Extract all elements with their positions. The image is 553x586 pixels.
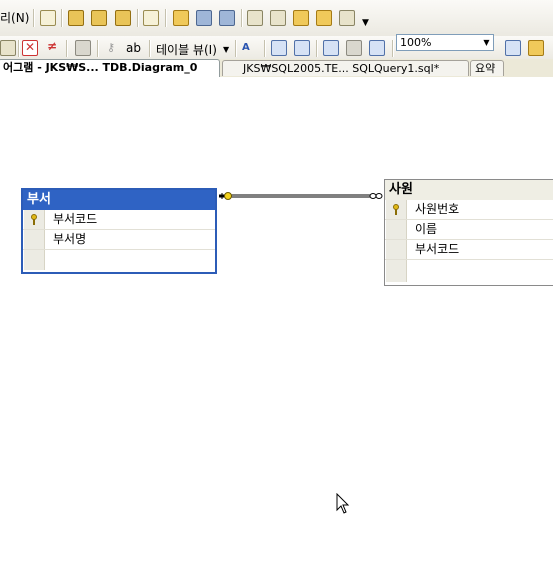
arrange-selection-icon[interactable]: [294, 40, 310, 56]
page-breaks-icon[interactable]: [323, 40, 339, 56]
table-title[interactable]: 사원: [385, 180, 553, 200]
toolbar-separator: [392, 40, 394, 57]
column-name: 사원번호: [415, 202, 460, 216]
row-selector[interactable]: [386, 260, 407, 282]
column-name: 부서코드: [53, 212, 98, 226]
primary-key-icon: [392, 204, 400, 215]
relationship-line[interactable]: [0, 77, 553, 586]
key-end-icon: [219, 192, 232, 200]
toolbar-separator: [235, 40, 237, 57]
mouse-pointer-icon: [336, 493, 350, 514]
zoom-select[interactable]: 100% ▼: [396, 34, 494, 51]
column-row-empty[interactable]: [385, 260, 553, 282]
toolbar-overflow-icon[interactable]: ▼: [362, 18, 369, 28]
standard-toolbar: 리(N) ▼: [0, 0, 553, 37]
set-primary-key-icon[interactable]: ⚷: [103, 40, 119, 56]
table-department[interactable]: 부서 부서코드 부서명: [21, 188, 217, 274]
column-row[interactable]: 부서코드: [23, 210, 215, 230]
xml-query-icon[interactable]: [115, 10, 131, 26]
dropdown-arrow-icon[interactable]: ▼: [223, 45, 229, 54]
generate-script-icon[interactable]: [75, 40, 91, 56]
toolbar-separator: [241, 9, 243, 27]
column-row[interactable]: 이름: [385, 220, 553, 240]
tab-summary[interactable]: 요약: [470, 60, 504, 76]
save-all-icon[interactable]: [219, 10, 235, 26]
column-row-empty[interactable]: [23, 250, 215, 270]
table-employee[interactable]: 사원 사원번호 이름 부서코드: [384, 179, 553, 286]
delete-table-icon[interactable]: ✕: [22, 40, 38, 56]
document-tabs: 어그램 - JKS₩S... TDB.Diagram_0 JKS₩SQL2005…: [0, 59, 553, 78]
new-file-icon[interactable]: [143, 10, 159, 26]
analysis-query-icon[interactable]: [91, 10, 107, 26]
save-icon[interactable]: [196, 10, 212, 26]
toolbar-separator: [149, 40, 151, 57]
object-explorer-icon[interactable]: [270, 10, 286, 26]
column-row[interactable]: 부서명: [23, 230, 215, 250]
tab-sql-query[interactable]: JKS₩SQL2005.TE... SQLQuery1.sql*: [222, 60, 469, 76]
column-row[interactable]: 사원번호: [385, 200, 553, 220]
solution-explorer-icon[interactable]: [316, 10, 332, 26]
open-folder-icon[interactable]: [173, 10, 189, 26]
infinity-end-icon: [369, 193, 383, 199]
recalculate-pages-icon[interactable]: [346, 40, 362, 56]
properties-icon[interactable]: [339, 10, 355, 26]
add-table-icon[interactable]: [0, 40, 16, 56]
row-selector[interactable]: [24, 230, 45, 249]
zoom-value: 100%: [400, 36, 432, 49]
column-name: 부서코드: [415, 242, 460, 256]
arrange-tables-icon[interactable]: [271, 40, 287, 56]
primary-key-icon: [30, 214, 38, 225]
toolbar-separator: [61, 9, 63, 27]
remove-from-diagram-icon[interactable]: ≠: [44, 40, 60, 56]
column-row[interactable]: 부서코드: [385, 240, 553, 260]
toolbar-separator: [264, 40, 266, 57]
zoom-to-fit-icon[interactable]: [505, 40, 521, 56]
new-text-annotation-icon[interactable]: [528, 40, 544, 56]
template-explorer-icon[interactable]: [293, 10, 309, 26]
table-title[interactable]: 부서: [23, 190, 215, 210]
relationship-labels-icon[interactable]: [369, 40, 385, 56]
row-selector[interactable]: [386, 220, 407, 239]
toolbar-separator: [33, 9, 35, 27]
menu-fragment[interactable]: 리(N): [0, 9, 29, 26]
toolbar-separator: [97, 40, 99, 57]
new-query-icon[interactable]: [40, 10, 56, 26]
toolbar-separator: [18, 40, 20, 57]
table-view-dropdown[interactable]: 테이블 뷰(I): [156, 41, 217, 58]
row-selector[interactable]: [386, 240, 407, 259]
row-selector[interactable]: [24, 210, 45, 229]
zoom-dropdown-arrow-icon[interactable]: ▼: [481, 36, 492, 49]
toolbar-separator: [66, 40, 68, 57]
database-engine-query-icon[interactable]: [68, 10, 84, 26]
toolbar-separator: [165, 9, 167, 27]
row-selector[interactable]: [24, 250, 45, 270]
column-name: 이름: [415, 222, 438, 236]
toolbar-separator: [316, 40, 318, 57]
tab-diagram[interactable]: 어그램 - JKS₩S... TDB.Diagram_0: [0, 59, 220, 77]
ab-button[interactable]: ab: [126, 41, 141, 55]
toolbar-separator: [137, 9, 139, 27]
column-name: 부서명: [53, 232, 87, 246]
diagram-canvas[interactable]: 부서 부서코드 부서명 사원 사원번호 이름 부서코드: [0, 77, 553, 586]
row-selector[interactable]: [386, 200, 407, 219]
registered-servers-icon[interactable]: [247, 10, 263, 26]
auto-size-text-icon[interactable]: A: [242, 40, 258, 56]
